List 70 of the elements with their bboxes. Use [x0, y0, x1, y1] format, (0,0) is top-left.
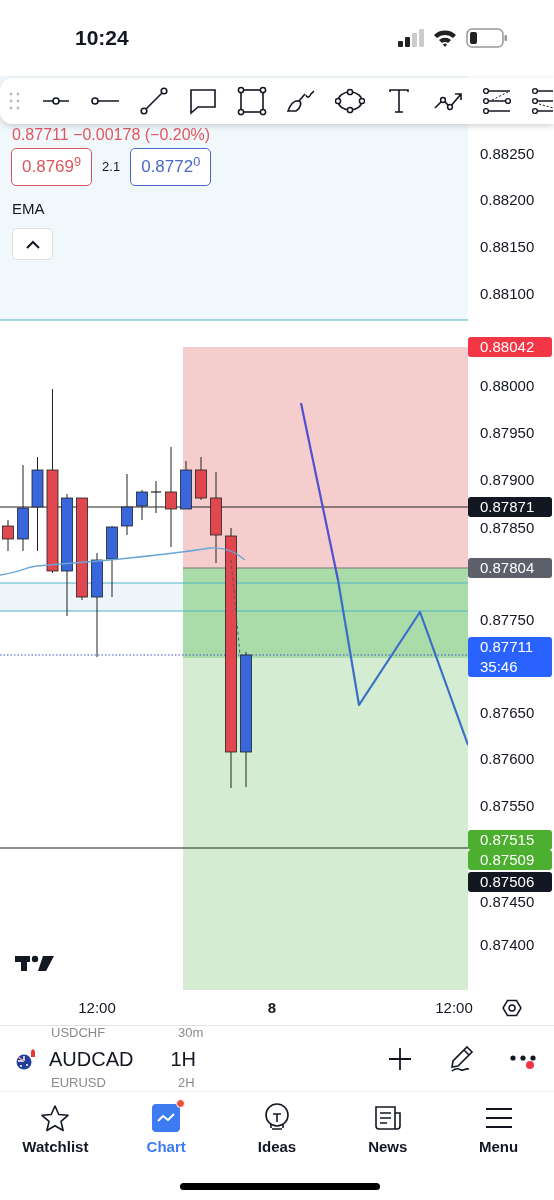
fibonacci-icon[interactable]	[482, 86, 512, 116]
tab-bar-item[interactable]: Watchlist	[0, 1092, 111, 1164]
price-label: 0.87950	[480, 424, 535, 442]
collapse-button[interactable]	[12, 228, 53, 260]
marker-price: 0.87506	[480, 872, 536, 892]
bar-countdown: 35:46	[480, 657, 519, 677]
marker-price: 0.87804	[480, 558, 536, 578]
interval-button[interactable]: 1H	[170, 1043, 197, 1074]
price-label: 0.87400	[480, 936, 535, 954]
signal-icon	[398, 29, 424, 47]
indicator-label: EMA	[12, 199, 45, 219]
time-label: 8	[267, 999, 277, 1017]
candle	[2, 519, 14, 552]
tab-bar-item[interactable]: Menu	[443, 1092, 554, 1164]
tab-bar-item[interactable]: Ideas	[221, 1092, 333, 1164]
price-label: 0.88000	[480, 377, 535, 395]
ellipse-icon[interactable]	[335, 86, 365, 116]
price-label: 0.88200	[480, 191, 535, 209]
tab-bar-item[interactable]: News	[332, 1092, 444, 1164]
marker-price: 0.87509	[480, 850, 536, 870]
price-label: 0.88250	[480, 145, 535, 163]
more-icon[interactable]	[510, 1054, 536, 1061]
price-label: 0.87900	[480, 471, 535, 489]
battery-icon	[466, 28, 508, 48]
newspaper-icon	[373, 1104, 402, 1132]
sell-price-button[interactable]: 0.8769$^{9}$	[11, 148, 93, 186]
symbol-button[interactable]: AUDCAD	[49, 1043, 134, 1074]
chart-icon	[152, 1104, 181, 1132]
symbol-option[interactable]: EURUSD	[51, 1076, 106, 1090]
candle	[195, 456, 207, 501]
star-icon	[40, 1104, 71, 1132]
time-label: 12:00	[78, 999, 116, 1017]
fibonacci-icon[interactable]	[531, 86, 553, 116]
price-label: 0.87650	[480, 704, 535, 722]
price-label: 0.87450	[480, 893, 535, 911]
candle	[150, 480, 162, 514]
spread-value: 2.1	[102, 158, 121, 177]
candle	[136, 489, 148, 521]
interval-option[interactable]: 2H	[178, 1076, 195, 1090]
marker-price: 0.87515	[480, 830, 536, 850]
interval-option[interactable]: 30m	[178, 1026, 204, 1040]
lightbulb-icon	[263, 1103, 291, 1133]
price-label: 0.88150	[480, 238, 535, 256]
settings-icon[interactable]	[502, 998, 522, 1018]
speech-bubble-icon[interactable]	[188, 86, 218, 116]
plus-icon[interactable]	[388, 1046, 412, 1071]
price-label: 0.87550	[480, 797, 535, 815]
wifi-icon	[433, 29, 457, 47]
caret-up-icon	[25, 239, 40, 249]
time-label: 12:00	[435, 999, 473, 1017]
price-label: 0.87850	[480, 519, 535, 537]
drag-handle-icon[interactable]	[9, 92, 21, 110]
trend-line-icon[interactable]	[139, 86, 169, 116]
menu-icon	[485, 1107, 512, 1129]
rectangle-icon[interactable]	[237, 86, 267, 116]
price-label: 0.88100	[480, 285, 535, 303]
candle	[121, 473, 133, 536]
price-label: 0.87750	[480, 611, 535, 629]
candle	[180, 460, 192, 510]
tab-bar-item[interactable]: Chart	[110, 1092, 222, 1164]
marker-price: 0.87711	[480, 637, 535, 657]
status-time: 10:24	[75, 25, 129, 52]
price-label: 0.87600	[480, 750, 535, 768]
marker-price: 0.88042	[480, 337, 536, 357]
buy-price-button[interactable]: 0.8772$^{0}$	[130, 148, 212, 186]
symbol-option[interactable]: USDCHF	[51, 1026, 106, 1040]
marker-price: 0.87871	[480, 497, 536, 517]
flag-icon	[16, 1047, 40, 1070]
logo-icon	[15, 955, 54, 971]
quote-line: 0.87711 −0.00178 (−0.20%)	[12, 125, 211, 145]
